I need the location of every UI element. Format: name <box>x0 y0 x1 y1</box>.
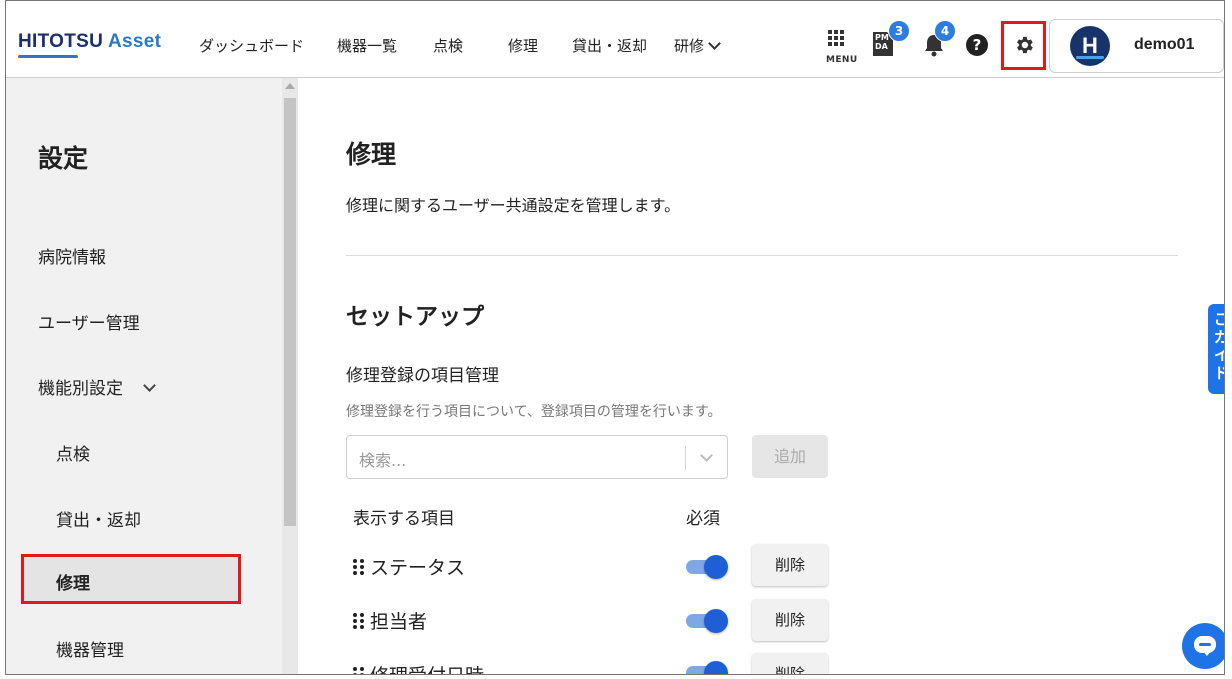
item-label: ステータス <box>370 557 466 579</box>
top-nav: HITOTSU Asset ダッシュボード 機器一覧 点検 修理 貸出・返却 研… <box>6 1 1224 78</box>
guide-char: ド <box>1214 364 1224 382</box>
section-divider <box>346 255 1178 256</box>
menu-label: MENU <box>826 55 858 65</box>
item-label: 担当者 <box>370 611 428 633</box>
chevron-down-icon[interactable] <box>700 449 713 462</box>
pmda-count-badge: 3 <box>888 20 910 42</box>
nav-repair[interactable]: 修理 <box>508 35 538 56</box>
nav-dashboard[interactable]: ダッシュボード <box>199 35 304 56</box>
required-toggle[interactable] <box>684 555 728 579</box>
app-window: HITOTSU Asset ダッシュボード 機器一覧 点検 修理 貸出・返却 研… <box>5 0 1225 675</box>
subsection-title: 修理登録の項目管理 <box>346 366 499 386</box>
toggle-knob <box>704 555 728 579</box>
toggle-knob <box>704 609 728 633</box>
feature-settings-label: 機能別設定 <box>38 379 123 399</box>
logo-accent: Asset <box>108 31 162 52</box>
drag-handle-icon[interactable] <box>353 558 365 576</box>
chat-bubble-line <box>1199 643 1211 646</box>
logo-underline <box>18 55 78 58</box>
list-item[interactable]: 修理受付日時 <box>353 661 484 674</box>
nav-training-label: 研修 <box>674 37 705 55</box>
sidebar-item-feature-settings[interactable]: 機能別設定 <box>38 374 156 399</box>
column-header-required: 必須 <box>686 509 720 529</box>
sidebar-sub-inspection[interactable]: 点検 <box>56 440 90 465</box>
page-title: 修理 <box>346 140 397 169</box>
avatar-accent-bar <box>1076 56 1104 59</box>
add-button[interactable]: 追加 <box>752 435 828 478</box>
subsection-description: 修理登録を行う項目について、登録項目の管理を行います。 <box>346 404 722 420</box>
menu-grid-icon[interactable] <box>825 29 847 51</box>
chat-bubble-tail <box>1202 650 1212 656</box>
pmda-text-bottom: DA <box>875 42 888 51</box>
search-placeholder: 検索... <box>359 451 407 470</box>
chat-support-button[interactable] <box>1182 623 1224 669</box>
notification-count-badge: 4 <box>934 20 956 42</box>
nav-training-dropdown[interactable]: 研修 <box>674 35 721 56</box>
required-toggle[interactable] <box>684 661 728 674</box>
required-toggle[interactable] <box>684 609 728 633</box>
user-menu[interactable]: H demo01 <box>1049 19 1224 73</box>
avatar: H <box>1070 26 1110 66</box>
drag-handle-icon[interactable] <box>353 666 365 674</box>
guide-char: ご <box>1214 310 1224 328</box>
sidebar-scrollbar-thumb[interactable] <box>284 98 296 526</box>
gear-highlight-box <box>1001 21 1046 70</box>
list-item[interactable]: ステータス <box>353 553 465 580</box>
chevron-down-icon <box>708 37 721 50</box>
sidebar-sub-lending[interactable]: 貸出・返却 <box>56 506 141 531</box>
item-search-select[interactable]: 検索... <box>346 435 728 479</box>
nav-device-list[interactable]: 機器一覧 <box>337 35 397 56</box>
delete-button[interactable]: 削除 <box>752 544 828 586</box>
username: demo01 <box>1134 36 1195 53</box>
logo-main: HITOTSU <box>18 31 109 52</box>
help-glyph: ? <box>972 36 982 54</box>
section-title: セットアップ <box>346 304 484 330</box>
app-logo[interactable]: HITOTSU Asset <box>18 31 161 53</box>
sidebar-item-hospital-info[interactable]: 病院情報 <box>38 243 106 268</box>
sidebar-title: 設定 <box>38 144 89 173</box>
guide-char: ガ <box>1214 328 1224 346</box>
sidebar-sub-device-management[interactable]: 機器管理 <box>56 636 124 661</box>
column-header-items: 表示する項目 <box>353 509 455 529</box>
delete-button[interactable]: 削除 <box>752 599 828 641</box>
active-item-highlight-box <box>21 554 241 604</box>
toggle-knob <box>704 661 728 674</box>
guide-side-tab[interactable]: ご ガ イ ド <box>1208 304 1224 394</box>
select-separator <box>685 446 686 470</box>
page-description: 修理に関するユーザー共通設定を管理します。 <box>346 196 681 215</box>
pmda-text-top: PM <box>875 33 889 42</box>
help-icon[interactable]: ? <box>966 34 988 56</box>
chevron-down-icon <box>143 379 156 392</box>
item-label: 修理受付日時 <box>370 665 484 674</box>
avatar-initial: H <box>1082 33 1098 58</box>
drag-handle-icon[interactable] <box>353 612 365 630</box>
nav-inspection[interactable]: 点検 <box>433 35 463 56</box>
scroll-up-arrow-icon[interactable] <box>285 83 295 89</box>
guide-char: イ <box>1214 346 1224 364</box>
list-item[interactable]: 担当者 <box>353 607 427 634</box>
sidebar-item-user-management[interactable]: ユーザー管理 <box>38 309 140 334</box>
delete-button[interactable]: 削除 <box>752 653 828 674</box>
nav-lending[interactable]: 貸出・返却 <box>572 35 647 56</box>
